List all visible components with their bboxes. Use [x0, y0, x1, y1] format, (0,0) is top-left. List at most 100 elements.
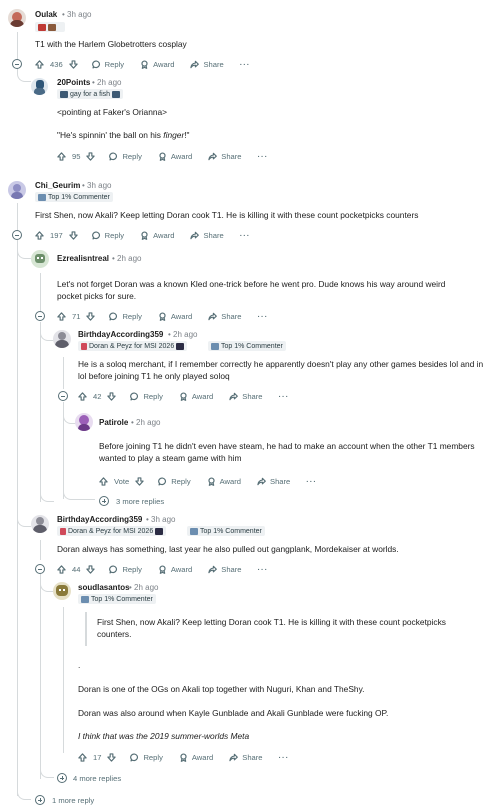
timestamp[interactable]: • 2h ago	[92, 78, 122, 87]
arrow-down-icon[interactable]	[107, 753, 116, 762]
reply-button[interactable]: Reply	[109, 565, 142, 574]
award-button[interactable]: Award	[158, 565, 192, 574]
avatar[interactable]	[8, 9, 26, 27]
collapse-toggle[interactable]	[12, 59, 22, 69]
thread-line[interactable]	[63, 357, 64, 389]
reply-button[interactable]: Reply	[158, 477, 191, 486]
arrow-up-icon[interactable]	[78, 392, 87, 401]
collapse-toggle[interactable]	[12, 230, 22, 240]
share-button[interactable]: Share	[208, 152, 242, 161]
arrow-up-icon[interactable]	[78, 753, 87, 762]
arrow-down-icon[interactable]	[135, 477, 144, 486]
avatar[interactable]	[53, 582, 71, 600]
award-button[interactable]: Award	[207, 477, 241, 486]
award-button[interactable]: Award	[140, 60, 174, 69]
share-button[interactable]: Share	[208, 565, 242, 574]
username[interactable]: 20Points	[57, 78, 90, 87]
username[interactable]: soudlasantos	[78, 583, 130, 592]
username[interactable]: Oulak	[35, 10, 57, 19]
arrow-up-icon[interactable]	[35, 60, 44, 69]
arrow-up-icon[interactable]	[57, 565, 66, 574]
share-button[interactable]: Share	[208, 312, 242, 321]
avatar[interactable]	[31, 515, 49, 533]
expand-toggle[interactable]	[35, 795, 45, 805]
expand-toggle[interactable]	[99, 496, 109, 506]
more-options-button[interactable]: ···	[240, 231, 251, 240]
arrow-down-icon[interactable]	[107, 392, 116, 401]
arrow-up-icon[interactable]	[57, 152, 66, 161]
share-button[interactable]: Share	[257, 477, 290, 486]
more-options-button[interactable]: ···	[258, 565, 269, 574]
timestamp[interactable]: • 3h ago	[82, 181, 112, 190]
user-flair: Doran & Peyz for MSI 2026	[57, 526, 167, 536]
more-options-button[interactable]: ···	[258, 152, 269, 161]
flair-text: Doran & Peyz for MSI 2026	[89, 342, 175, 350]
timestamp[interactable]: • 2h ago	[168, 330, 198, 339]
award-label: Award	[153, 230, 175, 240]
more-replies-link[interactable]: 4 more replies	[73, 774, 121, 783]
more-options-button[interactable]: ···	[279, 753, 290, 762]
share-button[interactable]: Share	[229, 753, 263, 762]
avatar[interactable]	[75, 413, 93, 431]
thread-line[interactable]	[63, 607, 64, 753]
avatar[interactable]	[31, 78, 48, 95]
username[interactable]: BirthdayAccording359	[78, 330, 163, 339]
arrow-down-icon[interactable]	[86, 152, 95, 161]
reply-button[interactable]: Reply	[92, 60, 124, 69]
expand-toggle[interactable]	[57, 773, 67, 783]
timestamp[interactable]: • 2h ago	[129, 583, 159, 592]
flair-emoji-icon	[112, 90, 121, 98]
avatar[interactable]	[8, 181, 26, 199]
more-options-button[interactable]: ···	[240, 60, 251, 69]
username[interactable]: Chi_Geurim	[35, 181, 80, 190]
share-button[interactable]: Share	[190, 231, 224, 240]
thread-line[interactable]	[40, 273, 41, 313]
arrow-down-icon[interactable]	[86, 565, 95, 574]
username[interactable]: Ezrealisntreal	[57, 254, 109, 263]
more-options-button[interactable]: ···	[279, 392, 290, 401]
award-button[interactable]: Award	[158, 312, 192, 321]
more-options-button[interactable]: ···	[306, 477, 317, 486]
timestamp[interactable]: • 2h ago	[112, 254, 142, 263]
award-button[interactable]: Award	[158, 152, 192, 161]
collapse-toggle[interactable]	[35, 311, 45, 321]
timestamp[interactable]: • 2h ago	[131, 418, 161, 427]
thread-line[interactable]	[17, 32, 18, 60]
username[interactable]: BirthdayAccording359	[57, 515, 142, 524]
share-button[interactable]: Share	[190, 60, 224, 69]
arrow-down-icon[interactable]	[69, 231, 78, 240]
award-button[interactable]: Award	[179, 753, 213, 762]
thread-line[interactable]	[40, 574, 41, 779]
reply-button[interactable]: Reply	[130, 753, 163, 762]
thread-line[interactable]	[40, 322, 41, 502]
reply-button[interactable]: Reply	[130, 392, 163, 401]
timestamp[interactable]: • 3h ago	[62, 10, 92, 19]
award-button[interactable]: Award	[179, 392, 213, 401]
speech-bubble-icon	[109, 565, 118, 574]
more-replies-link[interactable]: 3 more replies	[116, 497, 164, 506]
avatar[interactable]	[53, 330, 71, 348]
more-options-button[interactable]: ···	[258, 312, 269, 321]
avatar[interactable]	[31, 250, 49, 268]
arrow-down-icon[interactable]	[69, 60, 78, 69]
arrow-down-icon[interactable]	[86, 312, 95, 321]
reply-button[interactable]: Reply	[109, 312, 142, 321]
username[interactable]: Patirole	[99, 418, 128, 427]
comment-body: Doran was also around when Kayle Gunblad…	[78, 708, 389, 718]
reply-button[interactable]: Reply	[109, 152, 142, 161]
arrow-up-icon[interactable]	[57, 312, 66, 321]
arrow-up-icon[interactable]	[35, 231, 44, 240]
thread-curve	[40, 327, 54, 341]
timestamp[interactable]: • 3h ago	[146, 515, 176, 524]
thread-line[interactable]	[17, 203, 18, 231]
more-replies-link[interactable]: 1 more reply	[52, 796, 94, 805]
reply-button[interactable]: Reply	[92, 231, 124, 240]
flair-emoji-icon	[155, 527, 164, 535]
collapse-toggle[interactable]	[58, 391, 68, 401]
thread-line[interactable]	[40, 540, 41, 560]
award-button[interactable]: Award	[140, 231, 174, 240]
collapse-toggle[interactable]	[35, 564, 45, 574]
arrow-up-icon[interactable]	[99, 477, 108, 486]
comment-body: Let's not forget Doran was a known Kled …	[57, 279, 446, 301]
share-button[interactable]: Share	[229, 392, 263, 401]
